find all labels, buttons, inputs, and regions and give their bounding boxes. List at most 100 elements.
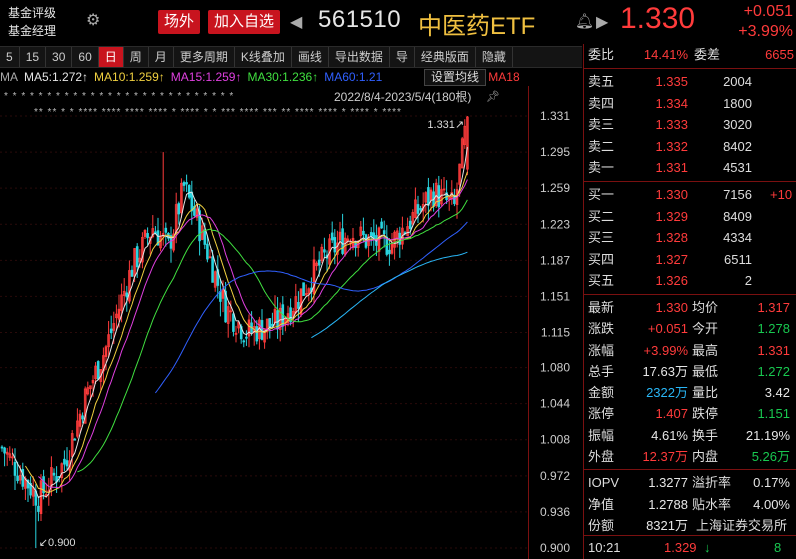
stat-row: 涨停 1.407 跌停 1.151 — [584, 403, 796, 424]
candle-body — [135, 246, 139, 268]
market-button[interactable]: 场外 — [158, 10, 201, 34]
change-value: +0.051 — [743, 3, 793, 20]
kline-chart[interactable]: 1.331 1.295 1.259 1.223 1.187 1.151 1.115 1.080… — [0, 86, 582, 559]
stat-row: 金额 2322万 量比 3.42 — [584, 382, 796, 403]
period-tab[interactable]: 经典版面 — [415, 47, 476, 67]
order-book-row[interactable]: 卖四 1.334 1800 — [584, 93, 796, 115]
kline-svg[interactable]: 1.331 1.295 1.259 1.223 1.187 1.151 1.115 1.080… — [0, 86, 582, 559]
period-tab[interactable]: 30 — [46, 47, 73, 67]
ma-legend-item: MA5:1.272↑ — [24, 70, 89, 84]
stat-value: 3.42 — [764, 385, 790, 401]
order-diff-value: 6655 — [765, 47, 794, 62]
stat-label: 最高 — [692, 342, 719, 358]
stat-value: 1.2788 — [648, 496, 688, 512]
period-tab[interactable]: 导出数据 — [329, 47, 390, 67]
stat-value: 1.272 — [757, 363, 790, 379]
level-label: 买二 — [588, 208, 615, 224]
order-ratio-label: 委比 — [588, 47, 615, 62]
level-price: 1.329 — [655, 208, 688, 224]
order-book-row[interactable]: 卖三 1.333 3020 — [584, 114, 796, 136]
stat-value: 21.19% — [745, 427, 790, 443]
period-tab[interactable]: 导 — [390, 47, 415, 67]
level-volume: 3020 — [723, 117, 752, 133]
stat-label: 内盘 — [692, 449, 719, 465]
order-book-row[interactable]: 卖一 1.331 4531 — [584, 157, 796, 179]
stat-label: 涨幅 — [588, 342, 615, 358]
price-tick-label: 1.115 — [541, 326, 570, 340]
candle-body — [109, 328, 113, 334]
price-tick-label: 1.080 — [540, 361, 570, 375]
period-tab[interactable]: 更多周期 — [174, 47, 235, 67]
candle-body — [416, 204, 420, 214]
stat-value: 8321万 — [646, 517, 688, 533]
period-tab[interactable]: 画线 — [292, 47, 329, 67]
order-book-row[interactable]: 买四 1.327 6511 — [584, 249, 796, 271]
order-ratio-value: 14.41% — [643, 47, 688, 62]
level-label: 买三 — [588, 230, 615, 246]
gear-icon[interactable]: ⚙ — [86, 10, 100, 30]
add-watchlist-button[interactable]: 加入自选 — [208, 10, 281, 34]
stat-label: 最低 — [692, 363, 719, 379]
price-change: +0.051 +3.99% — [733, 2, 793, 42]
candle-body — [232, 313, 235, 332]
level-price: 1.331 — [655, 160, 688, 176]
stat-row: 外盘 12.37万 内盘 5.26万 — [584, 446, 796, 467]
candle-body — [255, 326, 259, 342]
candle-body — [187, 185, 191, 198]
alert-bell-icon[interactable]: 🔔︎ — [575, 12, 594, 30]
stat-label: 金额 — [588, 385, 615, 401]
order-book-row[interactable]: 卖五 1.335 2004 — [584, 71, 796, 93]
period-tab[interactable]: 60 — [72, 47, 99, 67]
period-tab[interactable]: 日 — [98, 47, 124, 67]
price-tick-label: 1.008 — [540, 433, 570, 447]
ma-legend-item: MA18 — [488, 70, 520, 84]
tick-time: 10:21 — [588, 540, 621, 555]
candle-body — [52, 472, 56, 476]
candle-body — [206, 243, 209, 260]
candle-body — [185, 182, 188, 185]
quote-stats: 最新 1.330 均价 1.317 涨跌 +0.051 今开 1.278 涨幅 +3.99% 最高 1… — [584, 297, 796, 467]
order-book-row[interactable]: 买三 1.328 4334 — [584, 227, 796, 249]
candle-body — [302, 282, 305, 296]
candle-body — [268, 318, 272, 328]
tick-down-arrow-icon: ↓ — [704, 540, 711, 555]
fund-rating-link[interactable]: 基金评级 — [8, 4, 56, 22]
stock-name: 中医药ETF — [418, 13, 536, 40]
level-volume: 4531 — [723, 160, 752, 176]
candle-body — [73, 438, 77, 441]
candle-body — [382, 230, 386, 235]
tick-volume: 8 — [774, 540, 782, 555]
stat-label: 上海证券交易所 — [696, 517, 788, 533]
stat-label: 振幅 — [588, 427, 615, 443]
period-tab[interactable]: 周 — [124, 47, 149, 67]
order-book-row[interactable]: 买二 1.329 8409 — [584, 206, 796, 228]
period-tab[interactable]: 月 — [149, 47, 174, 67]
ma-legend-item: MA15:1.259↑ — [170, 70, 242, 84]
price-tick-label: 0.972 — [540, 469, 570, 483]
prev-stock-icon[interactable]: ◀ — [290, 12, 302, 32]
order-book-row[interactable]: 买五 1.326 2 — [584, 270, 796, 292]
candle-body — [388, 249, 391, 255]
level-price: 1.332 — [655, 138, 688, 154]
period-tab[interactable]: K线叠加 — [235, 47, 292, 67]
level-label: 卖二 — [588, 138, 615, 154]
fund-manager-link[interactable]: 基金经理 — [8, 22, 56, 40]
stat-value: 4.00% — [753, 496, 790, 512]
period-tab[interactable]: 15 — [20, 47, 47, 67]
last-price: 1.330 — [620, 2, 696, 35]
stat-value: 1.151 — [757, 406, 790, 422]
stat-value: 1.331 — [757, 342, 790, 358]
ma-line-ma15 — [38, 179, 468, 489]
next-stock-icon[interactable]: ▶ — [596, 12, 608, 32]
candle-body — [81, 415, 84, 420]
period-tab[interactable]: 5 — [0, 47, 20, 67]
divider — [584, 293, 796, 295]
order-book-row[interactable]: 买一 1.330 7156 +10 — [584, 184, 796, 206]
period-tab[interactable]: 隐藏 — [476, 47, 513, 67]
candle-body — [341, 228, 344, 254]
price-tick-label: 1.259 — [540, 181, 570, 195]
set-ma-button[interactable]: 设置均线 — [424, 69, 487, 86]
order-book-row[interactable]: 卖二 1.332 8402 — [584, 136, 796, 158]
stat-label: 均价 — [692, 299, 719, 315]
divider — [584, 180, 796, 182]
